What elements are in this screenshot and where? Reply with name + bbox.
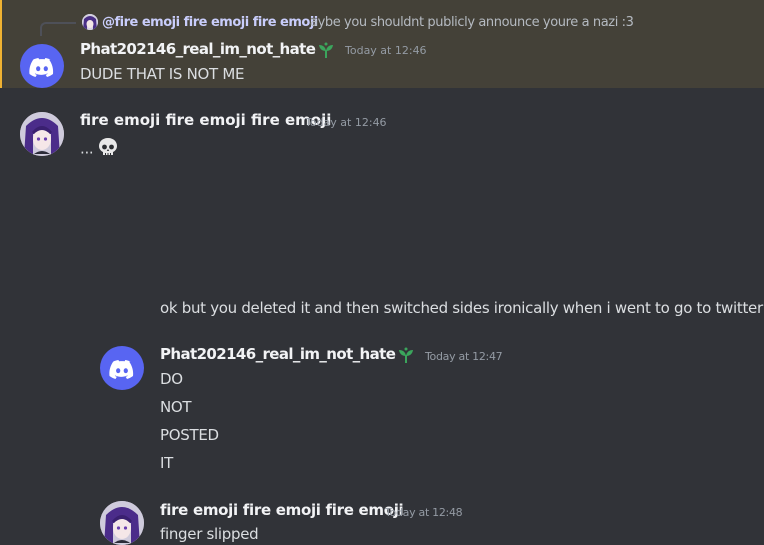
avatar[interactable] bbox=[20, 112, 64, 156]
reply-connector bbox=[40, 22, 76, 36]
anime-avatar-icon bbox=[20, 112, 64, 156]
discord-logo-icon bbox=[29, 58, 54, 77]
timestamp[interactable]: Today at 12:46 bbox=[345, 44, 427, 57]
message-text: NOT bbox=[160, 398, 192, 416]
reply-author[interactable]: @fire emoji fire emoji fire emoji bbox=[102, 15, 318, 30]
message-text: IT bbox=[160, 454, 173, 472]
timestamp[interactable]: Today at 12:47 bbox=[425, 350, 503, 363]
message-text: ... ok but you deleted it and then switc… bbox=[80, 136, 763, 545]
message-text: DO bbox=[160, 370, 183, 388]
message-text: DUDE THAT IS NOT ME bbox=[80, 65, 245, 83]
message-text: ok but you deleted it and then switched … bbox=[160, 299, 763, 317]
timestamp[interactable]: Today at 12:48 bbox=[385, 506, 463, 519]
skull-icon[interactable] bbox=[97, 136, 119, 162]
timestamp[interactable]: Today at 12:46 bbox=[305, 116, 387, 129]
avatar[interactable] bbox=[20, 44, 64, 88]
ellipsis-text: ... bbox=[80, 139, 94, 158]
message-author[interactable]: Phat202146_real_im_not_hate bbox=[80, 40, 316, 58]
message-text: finger slipped bbox=[160, 525, 259, 543]
message-author[interactable]: fire emoji fire emoji fire emoji bbox=[80, 111, 331, 129]
avatar[interactable] bbox=[100, 346, 144, 390]
message-author[interactable]: fire emoji fire emoji fire emoji bbox=[160, 501, 404, 519]
avatar[interactable] bbox=[100, 501, 144, 545]
sprout-icon[interactable] bbox=[396, 345, 416, 365]
message-author[interactable]: Phat202146_real_im_not_hate bbox=[160, 345, 396, 363]
reply-preview-text[interactable]: aybe you shouldnt publicly announce your… bbox=[310, 15, 634, 30]
anime-avatar-icon bbox=[100, 501, 144, 545]
reply-avatar[interactable] bbox=[82, 14, 98, 30]
message-text: POSTED bbox=[160, 426, 219, 444]
sprout-icon[interactable] bbox=[316, 40, 336, 60]
discord-logo-icon bbox=[109, 360, 134, 379]
